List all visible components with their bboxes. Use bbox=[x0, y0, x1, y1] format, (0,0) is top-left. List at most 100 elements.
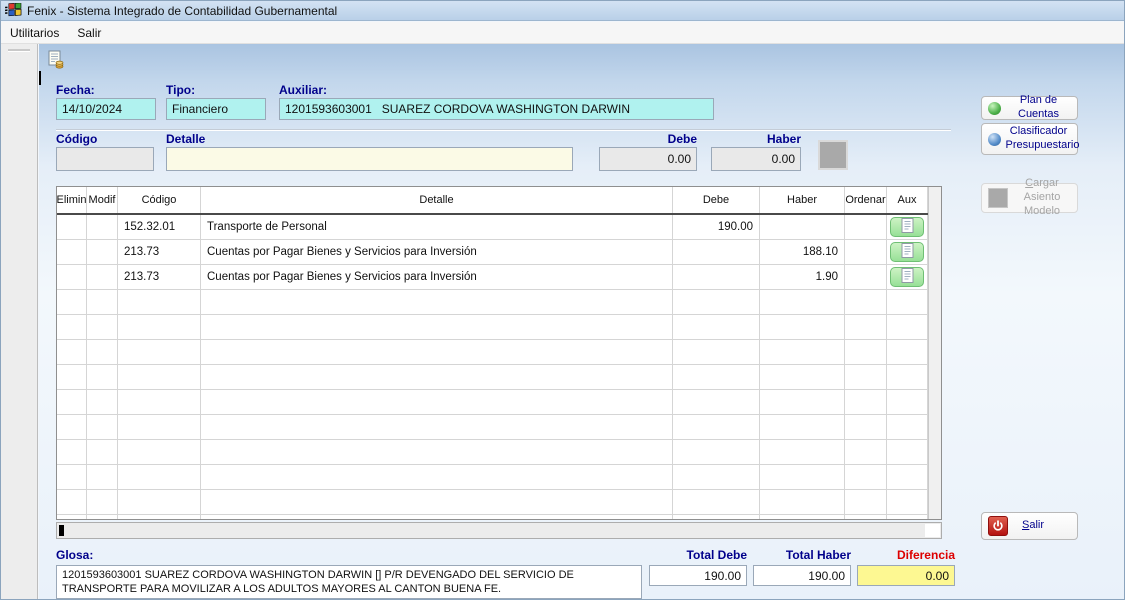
aux-cell[interactable] bbox=[887, 315, 928, 339]
aux-cell[interactable] bbox=[887, 290, 928, 314]
table-row[interactable]: 213.73 Cuentas por Pagar Bienes y Servic… bbox=[57, 240, 928, 265]
detalle-cell[interactable] bbox=[201, 415, 673, 439]
elimin-cell[interactable] bbox=[57, 440, 87, 464]
debe-cell[interactable] bbox=[673, 490, 760, 514]
elimin-cell[interactable] bbox=[57, 415, 87, 439]
elimin-cell[interactable] bbox=[57, 340, 87, 364]
codigo-cell[interactable] bbox=[118, 440, 201, 464]
modif-cell[interactable] bbox=[87, 340, 118, 364]
debe-cell[interactable] bbox=[673, 515, 760, 520]
elimin-cell[interactable] bbox=[57, 215, 87, 239]
codigo-cell[interactable] bbox=[118, 315, 201, 339]
aux-cell[interactable] bbox=[887, 515, 928, 520]
ordenar-cell[interactable] bbox=[845, 265, 887, 289]
debe-cell[interactable] bbox=[673, 240, 760, 264]
table-row[interactable]: 152.32.01 Transporte de Personal 190.00 bbox=[57, 215, 928, 240]
detalle-cell[interactable] bbox=[201, 390, 673, 414]
aux-cell[interactable] bbox=[887, 390, 928, 414]
ordenar-cell[interactable] bbox=[845, 365, 887, 389]
glosa-field[interactable]: 1201593603001 SUAREZ CORDOVA WASHINGTON … bbox=[56, 565, 642, 599]
modif-cell[interactable] bbox=[87, 465, 118, 489]
debe-cell[interactable] bbox=[673, 465, 760, 489]
aux-button[interactable] bbox=[890, 217, 924, 237]
detalle-cell[interactable] bbox=[201, 315, 673, 339]
ordenar-cell[interactable] bbox=[845, 240, 887, 264]
aux-cell[interactable] bbox=[887, 440, 928, 464]
detalle-cell[interactable] bbox=[201, 490, 673, 514]
ordenar-cell[interactable] bbox=[845, 465, 887, 489]
elimin-cell[interactable] bbox=[57, 240, 87, 264]
debe-cell[interactable] bbox=[673, 440, 760, 464]
aux-cell[interactable] bbox=[887, 465, 928, 489]
debe-cell[interactable] bbox=[673, 415, 760, 439]
detalle-cell[interactable] bbox=[201, 340, 673, 364]
codigo-cell[interactable] bbox=[118, 515, 201, 520]
menu-utilitarios[interactable]: Utilitarios bbox=[1, 24, 68, 42]
detalle-cell[interactable]: Transporte de Personal bbox=[201, 215, 673, 239]
modif-cell[interactable] bbox=[87, 315, 118, 339]
haber-field[interactable]: 0.00 bbox=[711, 147, 801, 171]
elimin-cell[interactable] bbox=[57, 515, 87, 520]
aux-button[interactable] bbox=[890, 267, 924, 287]
modif-cell[interactable] bbox=[87, 490, 118, 514]
table-row-empty[interactable] bbox=[57, 365, 928, 390]
modif-cell[interactable] bbox=[87, 240, 118, 264]
ordenar-cell[interactable] bbox=[845, 490, 887, 514]
debe-cell[interactable] bbox=[673, 290, 760, 314]
detalle-field[interactable] bbox=[166, 147, 573, 171]
ordenar-cell[interactable] bbox=[845, 390, 887, 414]
haber-cell[interactable] bbox=[760, 440, 845, 464]
debe-field[interactable]: 0.00 bbox=[599, 147, 697, 171]
menu-salir[interactable]: Salir bbox=[68, 24, 110, 42]
haber-cell[interactable] bbox=[760, 340, 845, 364]
modif-cell[interactable] bbox=[87, 440, 118, 464]
codigo-cell[interactable] bbox=[118, 365, 201, 389]
ordenar-cell[interactable] bbox=[845, 415, 887, 439]
aux-button[interactable] bbox=[890, 242, 924, 262]
modif-cell[interactable] bbox=[87, 515, 118, 520]
haber-cell[interactable]: 1.90 bbox=[760, 265, 845, 289]
elimin-cell[interactable] bbox=[57, 390, 87, 414]
detalle-cell[interactable] bbox=[201, 465, 673, 489]
salir-button[interactable]: Salir bbox=[981, 512, 1078, 540]
table-row-empty[interactable] bbox=[57, 340, 928, 365]
modif-cell[interactable] bbox=[87, 365, 118, 389]
modif-cell[interactable] bbox=[87, 290, 118, 314]
modif-cell[interactable] bbox=[87, 215, 118, 239]
table-row-empty[interactable] bbox=[57, 290, 928, 315]
modif-cell[interactable] bbox=[87, 390, 118, 414]
table-row-empty[interactable] bbox=[57, 515, 928, 520]
aux-cell[interactable] bbox=[887, 365, 928, 389]
haber-cell[interactable] bbox=[760, 365, 845, 389]
auxiliar-field[interactable]: 1201593603001 SUAREZ CORDOVA WASHINGTON … bbox=[279, 98, 714, 120]
elimin-cell[interactable] bbox=[57, 315, 87, 339]
haber-cell[interactable] bbox=[760, 415, 845, 439]
elimin-cell[interactable] bbox=[57, 265, 87, 289]
debe-cell[interactable] bbox=[673, 390, 760, 414]
aux-cell[interactable] bbox=[887, 415, 928, 439]
table-vertical-scrollbar[interactable] bbox=[928, 187, 941, 519]
splitter-grip[interactable] bbox=[8, 49, 30, 52]
debe-cell[interactable] bbox=[673, 340, 760, 364]
haber-cell[interactable] bbox=[760, 290, 845, 314]
table-horizontal-scrollbar[interactable] bbox=[56, 522, 942, 539]
document-coins-icon[interactable] bbox=[46, 50, 65, 69]
codigo-cell[interactable] bbox=[118, 465, 201, 489]
haber-cell[interactable]: 188.10 bbox=[760, 240, 845, 264]
elimin-cell[interactable] bbox=[57, 465, 87, 489]
aux-cell[interactable] bbox=[887, 490, 928, 514]
ordenar-cell[interactable] bbox=[845, 215, 887, 239]
detalle-cell[interactable]: Cuentas por Pagar Bienes y Servicios par… bbox=[201, 265, 673, 289]
elimin-cell[interactable] bbox=[57, 365, 87, 389]
detalle-cell[interactable]: Cuentas por Pagar Bienes y Servicios par… bbox=[201, 240, 673, 264]
clasificador-presupuestario-button[interactable]: Clasificador Presupuestario bbox=[981, 123, 1078, 155]
haber-cell[interactable] bbox=[760, 215, 845, 239]
fecha-field[interactable]: 14/10/2024 bbox=[56, 98, 156, 120]
codigo-cell[interactable] bbox=[118, 415, 201, 439]
detalle-cell[interactable] bbox=[201, 290, 673, 314]
add-entry-button[interactable] bbox=[818, 140, 848, 170]
haber-cell[interactable] bbox=[760, 390, 845, 414]
modif-cell[interactable] bbox=[87, 415, 118, 439]
table-row-empty[interactable] bbox=[57, 440, 928, 465]
codigo-cell[interactable] bbox=[118, 340, 201, 364]
